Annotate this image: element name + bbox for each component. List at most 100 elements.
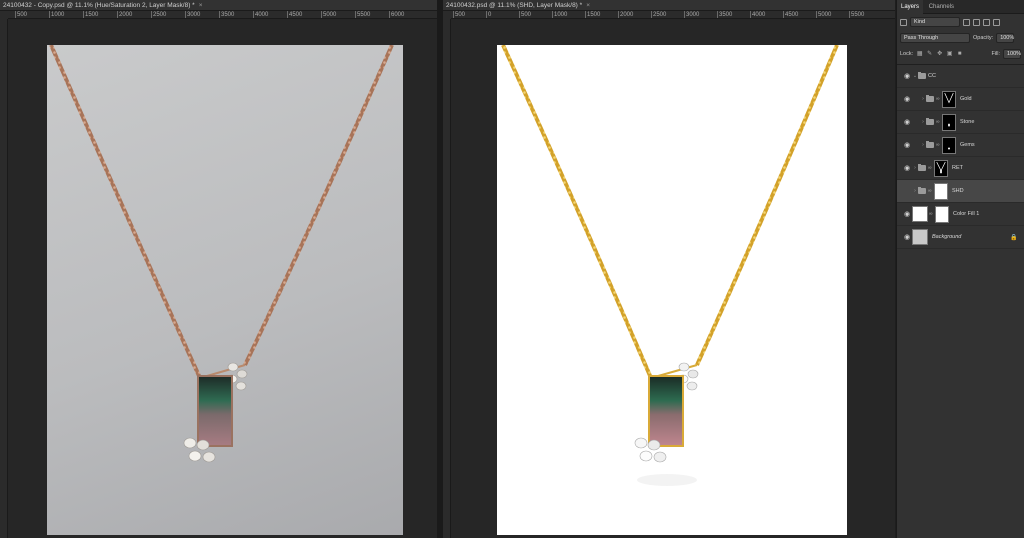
layer-mask-thumbnail[interactable] bbox=[934, 159, 948, 177]
layer-background[interactable]: ◉ Background 🔒 bbox=[897, 226, 1024, 249]
kind-filter-select[interactable]: Kind bbox=[910, 17, 960, 27]
link-icon[interactable]: ∞ bbox=[928, 165, 932, 171]
link-icon[interactable]: ∞ bbox=[928, 188, 932, 194]
link-icon[interactable]: ∞ bbox=[936, 142, 940, 148]
ruler-tick-label: 1000 bbox=[552, 11, 568, 18]
tab-layers[interactable]: Layers bbox=[897, 0, 924, 14]
layer-name: Color Fill 1 bbox=[953, 211, 980, 217]
document-window-right[interactable]: 24100432.psd @ 11.1% (SHD, Layer Mask/8)… bbox=[443, 0, 895, 538]
lock-label: Lock: bbox=[900, 51, 914, 57]
document-tab-title: 24100432.psd @ 11.1% (SHD, Layer Mask/8)… bbox=[446, 2, 583, 9]
layer-mask-thumbnail[interactable] bbox=[942, 113, 956, 131]
canvas-area[interactable] bbox=[451, 19, 895, 538]
background-thumbnail[interactable] bbox=[912, 229, 928, 245]
layer-mask-thumbnail[interactable] bbox=[934, 182, 948, 200]
link-icon[interactable]: ∞ bbox=[929, 211, 933, 217]
layer-name: CC bbox=[928, 73, 936, 79]
layer-name: Gems bbox=[960, 142, 975, 148]
canvas-gray-photo[interactable] bbox=[47, 45, 403, 535]
ruler-tick-label: 500 bbox=[15, 11, 28, 18]
link-icon[interactable]: ∞ bbox=[936, 96, 940, 102]
lock-move-icon[interactable]: ✥ bbox=[936, 51, 943, 58]
ruler-tick-label: 5500 bbox=[849, 11, 865, 18]
ruler-tick-label: 2500 bbox=[651, 11, 667, 18]
canvas-white-retouched[interactable] bbox=[497, 45, 847, 535]
fill-label: Fill: bbox=[991, 51, 1000, 57]
eye-icon[interactable]: ◉ bbox=[902, 118, 912, 126]
layer-color-fill-1[interactable]: ◉ ∞ Color Fill 1 bbox=[897, 203, 1024, 226]
lock-transparency-icon[interactable]: ▦ bbox=[916, 51, 923, 58]
layer-cc[interactable]: ◉ ⌄ CC bbox=[897, 65, 1024, 88]
ruler-tick-label: 5000 bbox=[816, 11, 832, 18]
canvas-area[interactable] bbox=[8, 19, 437, 538]
panel-tabs: Layers Channels bbox=[897, 0, 1024, 14]
ruler-tick-label: 2000 bbox=[117, 11, 133, 18]
close-icon[interactable]: × bbox=[586, 0, 590, 11]
eye-icon[interactable]: ◉ bbox=[902, 141, 912, 149]
layer-shd[interactable]: › ∞ SHD bbox=[897, 180, 1024, 203]
folder-icon bbox=[926, 95, 934, 102]
layer-gems[interactable]: ◉ › ∞ Gems bbox=[897, 134, 1024, 157]
fill-input[interactable]: 100% bbox=[1003, 49, 1021, 59]
lock-paint-icon[interactable]: ✎ bbox=[926, 51, 933, 58]
ruler-tick-label: 3000 bbox=[684, 11, 700, 18]
necklace-photo-yellow-gold bbox=[501, 45, 839, 486]
filter-pixel-icon[interactable] bbox=[963, 18, 970, 26]
layer-gold[interactable]: ◉ › ∞ Gold bbox=[897, 88, 1024, 111]
lock-artboard-icon[interactable]: ▣ bbox=[946, 51, 953, 58]
ruler-tick-label: 3500 bbox=[717, 11, 733, 18]
tab-channels[interactable]: Channels bbox=[925, 0, 958, 14]
lock-row: Lock: ▦ ✎ ✥ ▣ ■ Fill: 100% bbox=[897, 46, 1024, 62]
folder-icon bbox=[918, 72, 926, 79]
ruler-tick-label: 2500 bbox=[151, 11, 167, 18]
ruler-tick-label: 3000 bbox=[185, 11, 201, 18]
ruler-tick-label: 1500 bbox=[585, 11, 601, 18]
link-icon[interactable]: ∞ bbox=[936, 119, 940, 125]
ruler-corner bbox=[443, 11, 451, 19]
eye-icon[interactable]: ◉ bbox=[902, 164, 912, 172]
document-tab-right[interactable]: 24100432.psd @ 11.1% (SHD, Layer Mask/8)… bbox=[443, 0, 895, 11]
horizontal-ruler[interactable]: 500 1000 1500 2000 2500 3000 3500 4000 4500 5000 5… bbox=[8, 11, 437, 19]
fill-color-thumbnail[interactable] bbox=[912, 206, 928, 222]
layer-mask-thumbnail[interactable] bbox=[942, 90, 956, 108]
ruler-tick-label: 3500 bbox=[219, 11, 235, 18]
ruler-tick-label: 5000 bbox=[321, 11, 337, 18]
ruler-tick-label: 0 bbox=[486, 11, 492, 18]
blend-mode-select[interactable]: Pass Through bbox=[900, 33, 970, 43]
folder-icon bbox=[926, 141, 934, 148]
eye-icon[interactable]: ◉ bbox=[902, 233, 912, 241]
eye-icon[interactable]: ◉ bbox=[902, 210, 912, 218]
layer-name: Stone bbox=[960, 119, 975, 125]
reflection-shadow bbox=[637, 474, 697, 486]
vertical-ruler[interactable] bbox=[0, 19, 8, 538]
document-tab-title: 24100432 - Copy.psd @ 11.1% (Hue/Saturat… bbox=[3, 2, 195, 9]
document-tab-left[interactable]: 24100432 - Copy.psd @ 11.1% (Hue/Saturat… bbox=[0, 0, 437, 11]
close-icon[interactable]: × bbox=[199, 0, 203, 11]
lock-all-icon[interactable]: ■ bbox=[956, 51, 963, 58]
folder-icon bbox=[918, 164, 926, 171]
horizontal-ruler[interactable]: 500 0 500 1000 1500 2000 2500 3000 3500 4000 4500 5… bbox=[451, 11, 895, 19]
document-window-left[interactable]: 24100432 - Copy.psd @ 11.1% (Hue/Saturat… bbox=[0, 0, 437, 538]
layer-ret[interactable]: ◉ › ∞ RET bbox=[897, 157, 1024, 180]
ruler-tick-label: 1000 bbox=[49, 11, 65, 18]
eye-icon[interactable]: ◉ bbox=[902, 95, 912, 103]
filter-type-icon[interactable] bbox=[983, 18, 990, 26]
filter-icon bbox=[900, 18, 907, 26]
filter-shape-icon[interactable] bbox=[993, 18, 1000, 26]
layer-name: SHD bbox=[952, 188, 964, 194]
ruler-tick-label: 4500 bbox=[287, 11, 303, 18]
layer-mask-thumbnail[interactable] bbox=[942, 136, 956, 154]
vertical-ruler[interactable] bbox=[443, 19, 451, 538]
layers-panel: Layers Channels Kind Pass Through Opacit… bbox=[896, 0, 1024, 538]
layer-name: RET bbox=[952, 165, 963, 171]
eye-icon[interactable]: ◉ bbox=[902, 72, 912, 80]
layer-mask-thumbnail[interactable] bbox=[935, 205, 949, 223]
ruler-tick-label: 500 bbox=[453, 11, 466, 18]
layer-name: Background bbox=[932, 234, 962, 240]
ruler-tick-label: 5500 bbox=[355, 11, 371, 18]
layer-stone[interactable]: ◉ › ∞ Stone bbox=[897, 111, 1024, 134]
opacity-input[interactable]: 100% bbox=[996, 33, 1014, 43]
ruler-tick-label: 1500 bbox=[83, 11, 99, 18]
filter-adjustment-icon[interactable] bbox=[973, 18, 980, 26]
opacity-label: Opacity: bbox=[973, 35, 994, 41]
